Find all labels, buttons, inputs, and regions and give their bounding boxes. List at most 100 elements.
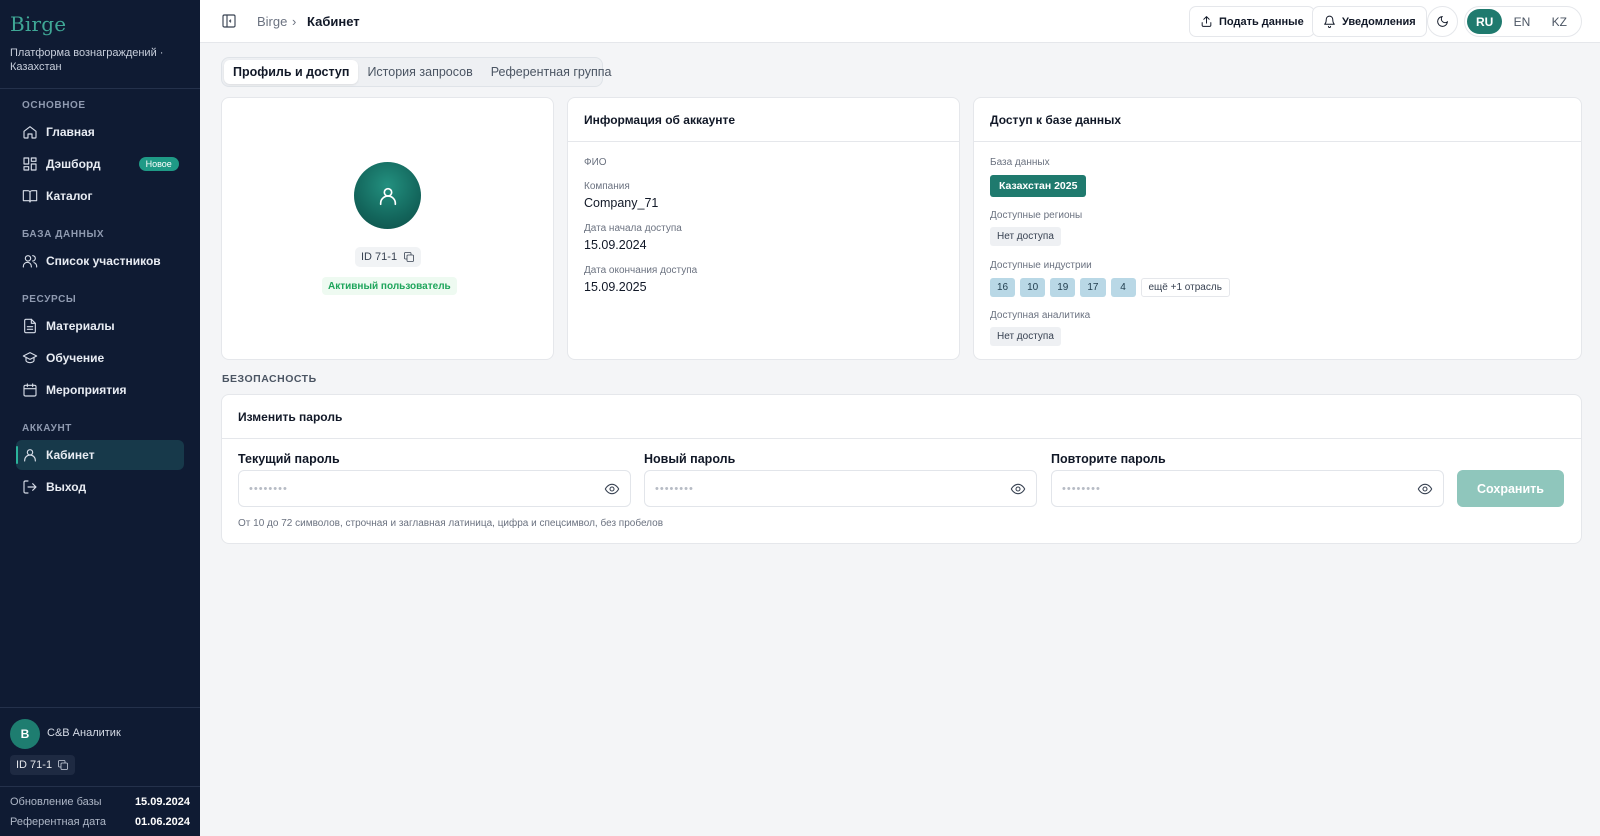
industry-chip: 4 xyxy=(1110,278,1136,297)
section-label-database: БАЗА ДАННЫХ xyxy=(22,229,105,240)
tab-bar: Профиль и доступ История запросов Рефере… xyxy=(221,57,611,87)
sidebar-item-label: Выход xyxy=(46,480,87,494)
user-icon xyxy=(24,449,36,462)
sidebar-item-label: Список участников xyxy=(46,254,161,268)
db-update-row: Обновление базы 15.09.2024 xyxy=(10,796,190,808)
user-id-text: ID 71-1 xyxy=(16,759,53,771)
section-label-resources: РЕСУРСЫ xyxy=(22,294,77,305)
section-label-main: ОСНОВНОЕ xyxy=(22,100,86,111)
moon-icon xyxy=(1437,16,1448,27)
language-switcher: RU EN KZ xyxy=(1464,6,1582,37)
analytics-value: Нет доступа xyxy=(990,327,1061,346)
sidebar-divider xyxy=(0,786,200,787)
industries-list: 16 10 19 17 4 ещё +1 отрасль xyxy=(990,278,1230,297)
calendar-icon xyxy=(23,383,37,397)
db-access-title: Доступ к базе данных xyxy=(974,98,1581,142)
lang-ru[interactable]: RU xyxy=(1467,9,1503,34)
security-section-label: БЕЗОПАСНОСТЬ xyxy=(222,373,317,385)
app-logo[interactable]: Birge xyxy=(10,12,66,36)
lang-en[interactable]: EN xyxy=(1504,9,1539,34)
document-icon xyxy=(24,318,36,334)
copy-icon[interactable] xyxy=(403,251,415,263)
eye-icon[interactable] xyxy=(604,481,620,497)
industries-more-chip[interactable]: ещё +1 отрасль xyxy=(1140,278,1230,297)
sidebar-divider xyxy=(0,707,200,708)
company-value: Company_71 xyxy=(584,196,659,210)
breadcrumb-root[interactable]: Birge xyxy=(257,14,287,29)
sidebar-item-participants[interactable]: Список участников xyxy=(16,246,184,276)
breadcrumb-current: Кабинет xyxy=(307,14,360,29)
profile-id-text: ID 71-1 xyxy=(361,251,398,263)
ref-date-value: 01.06.2024 xyxy=(134,816,190,828)
access-end-value: 15.09.2025 xyxy=(584,280,647,294)
submit-data-label: Подать данные xyxy=(1219,15,1304,28)
bell-icon xyxy=(1324,15,1335,28)
repeat-password-field[interactable]: •••••••• xyxy=(1051,470,1444,507)
industry-chip: 19 xyxy=(1050,278,1076,297)
new-password-value: •••••••• xyxy=(655,482,694,495)
access-start-value: 15.09.2024 xyxy=(584,238,647,252)
copy-icon[interactable] xyxy=(57,759,69,771)
profile-avatar xyxy=(354,162,421,229)
sidebar-item-label: Дэшборд xyxy=(46,157,101,171)
db-update-label: Обновление базы xyxy=(10,796,102,808)
account-info-title: Информация об аккаунте xyxy=(568,98,959,142)
sidebar-item-cabinet[interactable]: Кабинет xyxy=(16,440,184,470)
ref-date-label: Референтная дата xyxy=(10,816,107,828)
regions-value: Нет доступа xyxy=(990,227,1061,246)
user-name: C&B Аналитик xyxy=(47,727,121,739)
theme-toggle-button[interactable] xyxy=(1427,6,1458,37)
sidebar-item-materials[interactable]: Материалы xyxy=(16,311,184,341)
submit-data-button[interactable]: Подать данные xyxy=(1189,6,1315,37)
topbar: Birge › Кабинет Подать данные Уведомлени… xyxy=(200,0,1600,43)
sidebar-divider xyxy=(0,88,200,89)
home-icon xyxy=(23,126,37,139)
database-label: База данных xyxy=(990,157,1050,168)
logout-icon xyxy=(23,480,37,494)
sidebar-item-learning[interactable]: Обучение xyxy=(16,343,184,373)
eye-icon[interactable] xyxy=(1010,481,1026,497)
tab-history[interactable]: История запросов xyxy=(358,60,481,84)
sidebar-item-label: Каталог xyxy=(46,189,93,203)
company-label: Компания xyxy=(584,181,630,192)
avatar[interactable]: B xyxy=(10,719,40,749)
current-password-value: •••••••• xyxy=(249,482,288,495)
profile-id-badge[interactable]: ID 71-1 xyxy=(355,247,422,267)
industry-chip: 16 xyxy=(990,278,1016,297)
sidebar-item-label: Кабинет xyxy=(46,448,95,462)
analytics-label: Доступная аналитика xyxy=(990,310,1091,321)
user-id-badge[interactable]: ID 71-1 xyxy=(10,755,76,775)
sidebar-toggle-button[interactable] xyxy=(221,13,237,29)
lang-kz[interactable]: KZ xyxy=(1542,9,1577,34)
sidebar-item-catalog[interactable]: Каталог xyxy=(16,181,184,211)
breadcrumb-separator: › xyxy=(292,14,297,29)
new-password-label: Новый пароль xyxy=(644,452,736,466)
save-button[interactable]: Сохранить xyxy=(1457,470,1564,507)
eye-icon[interactable] xyxy=(1417,481,1433,497)
new-password-field[interactable]: •••••••• xyxy=(644,470,1037,507)
tab-reference-group[interactable]: Референтная группа xyxy=(482,60,621,84)
users-icon xyxy=(22,255,38,268)
sidebar-item-events[interactable]: Мероприятия xyxy=(16,375,184,405)
industry-chip: 10 xyxy=(1020,278,1046,297)
industries-label: Доступные индустрии xyxy=(990,260,1092,271)
tab-profile[interactable]: Профиль и доступ xyxy=(224,60,359,84)
current-password-field[interactable]: •••••••• xyxy=(238,470,631,507)
panel-left-icon xyxy=(222,14,236,28)
book-icon xyxy=(22,190,38,203)
dashboard-icon xyxy=(23,157,37,171)
current-password-label: Текущий пароль xyxy=(238,452,340,466)
repeat-password-label: Повторите пароль xyxy=(1051,452,1166,466)
sidebar-item-home[interactable]: Главная xyxy=(16,117,184,147)
ref-date-row: Референтная дата 01.06.2024 xyxy=(10,816,190,828)
sidebar-item-label: Обучение xyxy=(46,351,105,365)
status-badge: Активный пользователь xyxy=(322,277,457,295)
sidebar-item-dashboard[interactable]: Дэшборд Новое xyxy=(16,149,184,179)
database-badge: Казахстан 2025 xyxy=(990,175,1087,197)
regions-label: Доступные регионы xyxy=(990,210,1083,221)
sidebar-item-logout[interactable]: Выход xyxy=(16,472,184,502)
industry-chip: 17 xyxy=(1080,278,1106,297)
sidebar-item-label: Мероприятия xyxy=(46,383,127,397)
notifications-button[interactable]: Уведомления xyxy=(1312,6,1427,37)
account-info-card: Информация об аккаунте ФИО Компания Comp… xyxy=(567,97,960,360)
